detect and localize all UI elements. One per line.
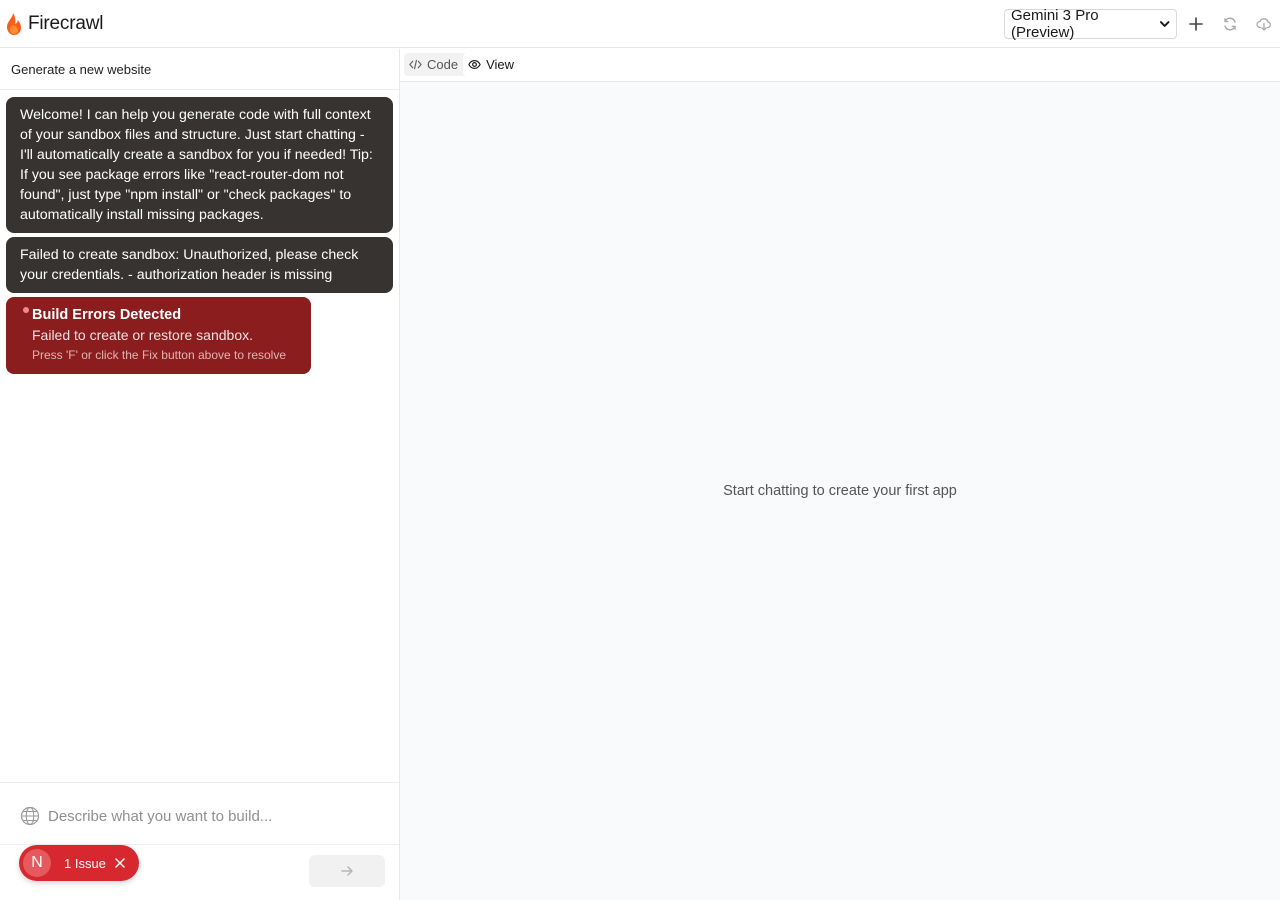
issue-avatar: N — [23, 849, 51, 877]
preview-tabs: Code View — [404, 53, 520, 76]
arrow-right-icon — [341, 866, 353, 876]
error-hint: Press 'F' or click the Fix button above … — [32, 348, 287, 362]
cloud-download-icon — [1256, 18, 1271, 31]
prompt-area — [0, 782, 399, 900]
tab-view-label: View — [486, 57, 515, 72]
error-message: Failed to create or restore sandbox. — [32, 327, 254, 343]
globe-icon[interactable] — [20, 806, 40, 826]
error-title: Build Errors Detected — [32, 307, 182, 323]
refresh-icon — [1224, 17, 1236, 31]
preview-panel: Code View Start chatting to create your … — [400, 49, 1280, 900]
preview-tabbar: Code View — [400, 49, 1280, 82]
tab-code-label: Code — [427, 57, 459, 72]
tab-view[interactable]: View — [463, 53, 520, 76]
logo[interactable]: Firecrawl — [4, 12, 103, 36]
close-icon[interactable] — [114, 857, 126, 869]
tab-code[interactable]: Code — [404, 53, 463, 76]
flame-icon — [7, 13, 21, 35]
prompt-input[interactable] — [48, 803, 378, 829]
code-icon — [409, 59, 422, 70]
chat-panel: Generate a new website Welcome! I can he… — [0, 49, 400, 900]
divider — [0, 89, 399, 90]
logo-text: Firecrawl — [28, 13, 104, 34]
model-select-value: Gemini 3 Pro (Preview) — [1011, 7, 1099, 41]
new-project-button[interactable] — [1182, 10, 1210, 38]
eye-icon — [468, 59, 481, 70]
build-error-card: Build Errors Detected Failed to create o… — [6, 297, 311, 374]
refresh-button[interactable] — [1216, 10, 1244, 38]
plus-icon — [1189, 17, 1203, 31]
send-button[interactable] — [309, 855, 385, 887]
chevron-down-icon — [1159, 21, 1170, 27]
app-header: Firecrawl Gemini 3 Pro (Preview) — [0, 0, 1280, 48]
issue-badge[interactable]: N 1 Issue — [19, 845, 139, 881]
chat-title: Generate a new website — [11, 62, 152, 77]
chat-message: Failed to create sandbox: Unauthorized, … — [6, 237, 393, 293]
model-select[interactable]: Gemini 3 Pro (Preview) — [1004, 7, 1177, 41]
issue-count: 1 Issue — [64, 855, 106, 871]
download-button[interactable] — [1250, 10, 1278, 38]
chat-message: Welcome! I can help you generate code wi… — [6, 97, 393, 233]
empty-state-message: Start chatting to create your first app — [723, 483, 957, 499]
error-dot-icon — [23, 307, 29, 313]
